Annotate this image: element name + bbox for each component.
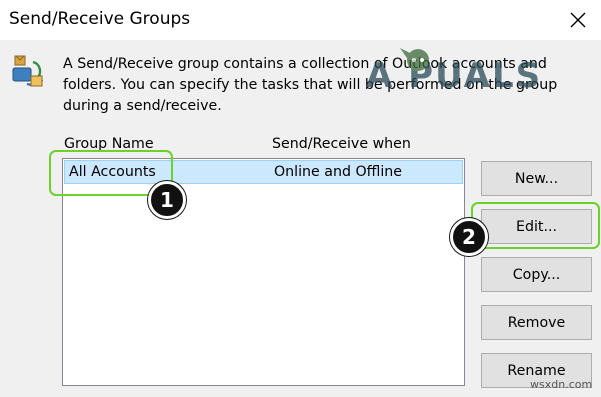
step-badge-1: 1 bbox=[148, 181, 186, 219]
window-title: Send/Receive Groups bbox=[9, 9, 191, 29]
group-name-cell: All Accounts bbox=[69, 164, 156, 180]
site-watermark: wsxdn.com bbox=[530, 378, 593, 391]
title-bar: Send/Receive Groups bbox=[0, 0, 601, 40]
close-icon[interactable] bbox=[563, 6, 591, 34]
send-receive-icon bbox=[12, 55, 44, 87]
column-header-group-name[interactable]: Group Name bbox=[64, 136, 154, 152]
step-badge-2: 2 bbox=[450, 218, 488, 256]
new-button[interactable]: New... bbox=[481, 161, 592, 196]
dialog-description: A Send/Receive group contains a collecti… bbox=[63, 56, 558, 114]
send-receive-when-cell: Online and Offline bbox=[274, 164, 403, 180]
remove-button[interactable]: Remove bbox=[481, 305, 592, 340]
column-header-send-receive-when[interactable]: Send/Receive when bbox=[272, 136, 411, 152]
copy-button[interactable]: Copy... bbox=[481, 257, 592, 292]
table-row[interactable]: All Accounts Online and Offline bbox=[64, 160, 463, 184]
edit-button[interactable]: Edit... bbox=[481, 209, 592, 244]
groups-list[interactable]: All Accounts Online and Offline bbox=[62, 158, 465, 386]
